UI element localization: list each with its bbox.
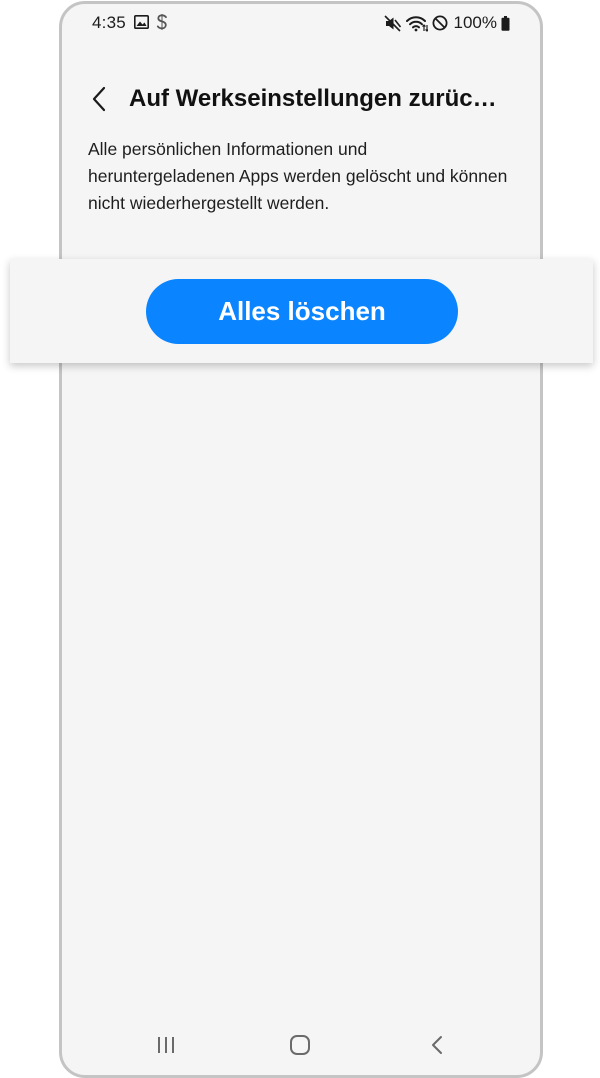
chevron-left-icon [91, 86, 107, 112]
page-title: Auf Werkseinstellungen zurüc… [129, 85, 497, 112]
status-bar: 4:35 100% [62, 4, 540, 42]
home-button[interactable] [278, 1025, 322, 1065]
navigation-bar [62, 1017, 540, 1075]
phone-frame: 4:35 100% Auf Werkseinstellungen zurüc… … [59, 1, 543, 1078]
recents-icon [156, 1035, 176, 1055]
s-notification-icon [156, 14, 168, 30]
highlight-strip: Alles löschen [10, 259, 593, 363]
nav-back-button[interactable] [415, 1025, 459, 1065]
status-left-icons [134, 14, 168, 30]
mute-icon [383, 14, 402, 32]
back-button[interactable] [82, 82, 116, 116]
image-icon [134, 15, 149, 29]
status-right-group: 100% [383, 13, 510, 33]
do-not-disturb-icon [432, 15, 448, 31]
delete-all-button[interactable]: Alles löschen [146, 279, 458, 344]
recents-button[interactable] [144, 1025, 188, 1065]
description-text: Alle persönlichen Informationen und heru… [88, 139, 508, 213]
wifi-icon [405, 15, 428, 32]
header: Auf Werkseinstellungen zurüc… [62, 76, 540, 124]
status-time: 4:35 [92, 13, 126, 32]
battery-icon [501, 15, 510, 31]
home-icon [289, 1034, 311, 1056]
battery-percentage: 100% [453, 13, 497, 32]
back-icon [430, 1035, 444, 1055]
